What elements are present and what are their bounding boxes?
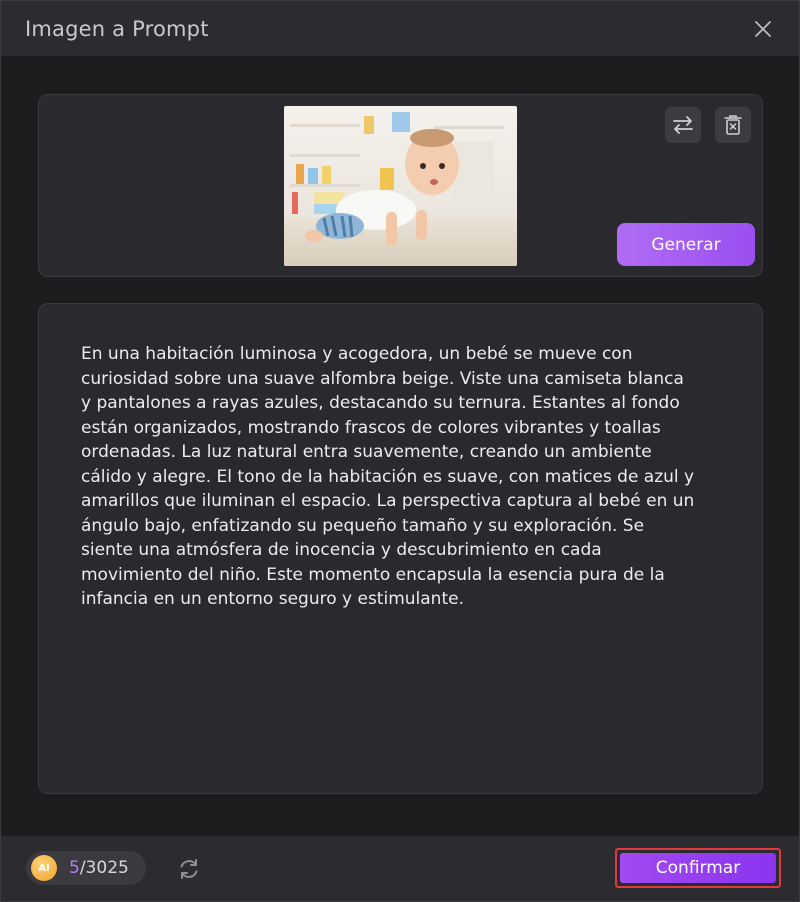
credits-used: 5 xyxy=(69,858,80,878)
refresh-icon xyxy=(180,859,198,879)
image-to-prompt-dialog: Imagen a Prompt Generar En una habitació… xyxy=(0,0,800,902)
uploaded-image-thumbnail xyxy=(284,106,517,266)
swap-arrows-icon xyxy=(673,116,693,134)
credits-total: /3025 xyxy=(79,858,129,878)
generated-prompt-text[interactable]: En una habitación luminosa y acogedora, … xyxy=(81,342,741,612)
image-panel: Generar xyxy=(38,94,763,277)
confirm-button[interactable]: Confirmar xyxy=(620,853,776,883)
close-button[interactable] xyxy=(751,17,775,41)
title-bar: Imagen a Prompt xyxy=(1,1,799,56)
refresh-credits-button[interactable] xyxy=(176,856,202,882)
generate-button[interactable]: Generar xyxy=(617,223,755,266)
trash-icon xyxy=(724,115,742,135)
ai-credits-counter: AI 5/3025 xyxy=(26,851,146,885)
footer-bar: AI 5/3025 Confirmar xyxy=(1,836,799,901)
credits-label: 5/3025 xyxy=(69,858,129,878)
ai-credits-icon: AI xyxy=(31,855,57,881)
swap-image-button[interactable] xyxy=(665,107,701,143)
prompt-output-panel[interactable]: En una habitación luminosa y acogedora, … xyxy=(38,303,763,794)
delete-image-button[interactable] xyxy=(715,107,751,143)
close-icon xyxy=(755,20,771,37)
dialog-title: Imagen a Prompt xyxy=(25,16,209,41)
confirm-highlight: Confirmar xyxy=(615,848,781,888)
